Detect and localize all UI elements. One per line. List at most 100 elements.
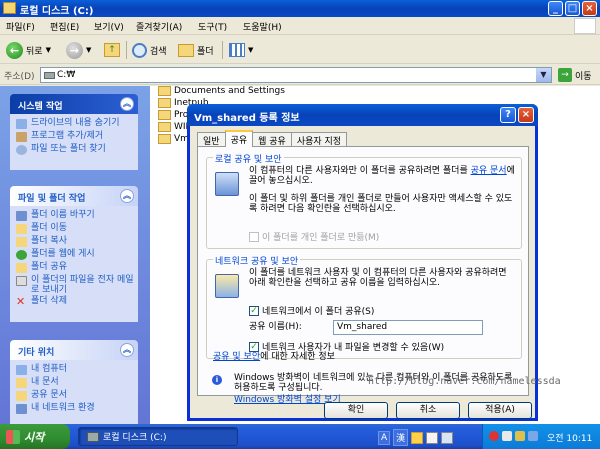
- input-mode-indicator[interactable]: A: [378, 430, 391, 445]
- share-checkbox-label: 네트워크에서 이 폴더 공유(S): [262, 307, 375, 317]
- file-tasks-header[interactable]: 파일 및 폴더 작업 ︽: [10, 186, 138, 206]
- place-shared-documents[interactable]: 공유 문서: [16, 390, 134, 402]
- tray-app-icon[interactable]: [502, 431, 512, 441]
- tab-sharing[interactable]: 공유: [224, 130, 254, 147]
- system-tasks-panel: 시스템 작업 ︽ 드라이브의 내용 숨기기 프로그램 추가/제거 파일 또는 폴…: [10, 94, 138, 170]
- task-move-folder[interactable]: 폴더 이동: [16, 223, 134, 235]
- dialog-close-button[interactable]: ×: [518, 107, 534, 123]
- tab-customize[interactable]: 사용자 지정: [290, 132, 348, 147]
- address-input[interactable]: C:₩ ▼: [40, 67, 552, 83]
- task-delete-folder[interactable]: ✕ 폴더 삭제: [16, 296, 134, 308]
- share-name-label: 공유 이름(H):: [249, 322, 302, 332]
- collapse-chevron-icon[interactable]: ︽: [120, 97, 134, 111]
- help-icon[interactable]: [441, 431, 454, 444]
- go-button[interactable]: → 이동: [558, 68, 592, 82]
- folder-item[interactable]: Documents and Settings: [158, 86, 285, 96]
- tab-web-sharing[interactable]: 웹 공유: [252, 132, 292, 147]
- info-icon: i: [212, 375, 222, 385]
- allow-change-checkbox-box: ✓: [249, 341, 259, 352]
- task-publish-web[interactable]: 폴더를 웹에 게시: [16, 249, 134, 261]
- search-icon: [132, 42, 147, 58]
- task-hide-drive-contents[interactable]: 드라이브의 내용 숨기기: [16, 118, 134, 130]
- network-sharing-group: 네트워크 공유 및 보안 이 폴더를 네트워크 사용자 및 이 컴퓨터의 다른 …: [206, 254, 522, 362]
- clock[interactable]: 오전 10:11: [547, 431, 592, 444]
- back-button[interactable]: ← 뒤로 ▼: [6, 40, 51, 60]
- share-on-network-checkbox[interactable]: ✓ 네트워크에서 이 폴더 공유(S): [249, 304, 374, 317]
- back-dropdown-icon[interactable]: ▼: [46, 46, 51, 54]
- collapse-chevron-icon[interactable]: ︽: [120, 343, 134, 357]
- maximize-button[interactable]: □: [565, 1, 580, 16]
- security-shield-icon[interactable]: [489, 431, 499, 441]
- language-bar[interactable]: A 漢: [378, 429, 454, 446]
- dialog-body: 일반 공유 웹 공유 사용자 지정 로컬 공유 및 보안 이 컴퓨터의 다른 사…: [190, 126, 535, 419]
- up-button[interactable]: ↑: [104, 40, 120, 60]
- folders-button[interactable]: 폴더: [178, 40, 214, 60]
- task-add-remove-programs[interactable]: 프로그램 추가/제거: [16, 131, 134, 143]
- forward-dropdown-icon[interactable]: ▼: [86, 46, 91, 54]
- share-folder-icon: [16, 263, 27, 273]
- window-title: 로컬 디스크 (C:): [20, 6, 94, 17]
- address-dropdown-icon[interactable]: ▼: [536, 68, 551, 82]
- taskbar-window-label: 로컬 디스크 (C:): [103, 433, 167, 443]
- ime-pad-icon[interactable]: [411, 431, 424, 444]
- folder-item[interactable]: Vm: [158, 134, 189, 144]
- menu-favorites[interactable]: 즐겨찾기(A): [136, 20, 182, 33]
- email-icon: [16, 276, 27, 286]
- address-label: 주소(D): [4, 72, 35, 82]
- apply-button[interactable]: 적용(A): [468, 402, 532, 419]
- folders-label: 폴더: [197, 46, 214, 57]
- address-bar: 주소(D) C:₩ ▼ → 이동: [0, 65, 600, 85]
- system-tasks-header[interactable]: 시스템 작업 ︽: [10, 94, 138, 114]
- forward-button[interactable]: → ▼: [66, 40, 91, 60]
- local-sharing-title: 로컬 공유 및 보안: [213, 152, 284, 165]
- sharing-security-link[interactable]: 공유 및 보안: [213, 352, 260, 362]
- task-rename-folder[interactable]: 폴더 이름 바꾸기: [16, 210, 134, 222]
- views-icon: [229, 43, 245, 57]
- private-checkbox-box: [249, 231, 259, 242]
- folder-item[interactable]: Pro: [158, 110, 188, 120]
- shared-documents-icon: [16, 391, 27, 401]
- views-button[interactable]: ▼: [229, 40, 253, 60]
- shared-computers-icon: [215, 172, 239, 196]
- tab-general[interactable]: 일반: [197, 132, 226, 147]
- hanja-indicator[interactable]: 漢: [393, 429, 409, 446]
- ime-settings-icon[interactable]: [426, 431, 439, 444]
- volume-icon[interactable]: [515, 431, 525, 441]
- dialog-title-bar[interactable]: Vm_shared 등록 정보 ? ×: [187, 104, 538, 126]
- menu-tools[interactable]: 도구(T): [198, 20, 227, 33]
- start-button[interactable]: 시작: [0, 424, 70, 449]
- make-private-checkbox[interactable]: 이 폴더를 개인 폴더로 만듦(M): [249, 230, 379, 243]
- menu-file[interactable]: 파일(F): [6, 20, 35, 33]
- network-tray-icon[interactable]: [528, 431, 538, 441]
- place-my-documents[interactable]: 내 문서: [16, 377, 134, 389]
- task-copy-folder[interactable]: 폴더 복사: [16, 236, 134, 248]
- rename-icon: [16, 211, 27, 221]
- menu-edit[interactable]: 편집(E): [50, 20, 79, 33]
- menu-view[interactable]: 보기(V): [94, 20, 124, 33]
- cancel-button[interactable]: 취소: [396, 402, 460, 419]
- search-button[interactable]: 검색: [132, 40, 167, 60]
- place-my-computer[interactable]: 내 컴퓨터: [16, 364, 134, 376]
- place-my-network[interactable]: 내 네트워크 환경: [16, 403, 134, 415]
- go-arrow-icon: →: [558, 68, 572, 82]
- collapse-chevron-icon[interactable]: ︽: [120, 189, 134, 203]
- close-button[interactable]: ×: [582, 1, 597, 16]
- share-name-input[interactable]: Vm_shared: [333, 320, 483, 335]
- explorer-title-bar[interactable]: 로컬 디스크 (C:) _ □ ×: [0, 0, 600, 17]
- my-computer-icon: [16, 365, 27, 375]
- task-search-files[interactable]: 파일 또는 폴더 찾기: [16, 144, 134, 156]
- help-button[interactable]: ?: [500, 107, 516, 123]
- back-label: 뒤로: [26, 46, 43, 57]
- ok-button[interactable]: 확인: [324, 402, 388, 419]
- menu-help[interactable]: 도움말(H): [243, 20, 282, 33]
- taskbar-window-button[interactable]: 로컬 디스크 (C:): [78, 427, 238, 446]
- task-email-files[interactable]: 이 폴더의 파일을 전자 메일로 보내기: [16, 275, 134, 295]
- blog-watermark: http://blog.naver.com/namelessda: [368, 376, 561, 387]
- shared-documents-link[interactable]: 공유 문서: [471, 166, 507, 176]
- drive-icon: [3, 2, 16, 14]
- minimize-button[interactable]: _: [548, 1, 563, 16]
- other-places-header[interactable]: 기타 위치 ︽: [10, 340, 138, 360]
- other-places-panel: 기타 위치 ︽ 내 컴퓨터 내 문서 공유 문서 내 네트워크 환경: [10, 340, 138, 424]
- other-places-title: 기타 위치: [18, 348, 55, 358]
- task-share-folder[interactable]: 폴더 공유: [16, 262, 134, 274]
